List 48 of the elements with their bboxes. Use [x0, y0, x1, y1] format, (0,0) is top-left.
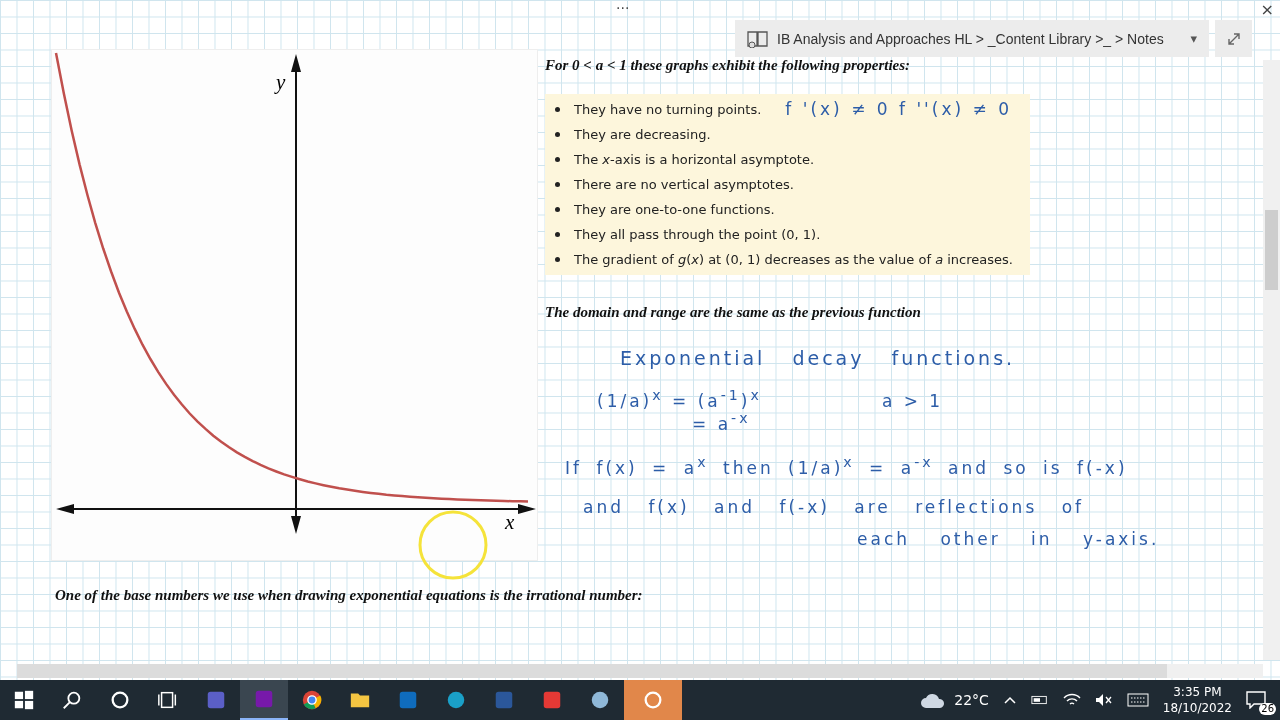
- property-text: They all pass through the point (0, 1).: [574, 226, 821, 242]
- vertical-scrollbar[interactable]: [1263, 60, 1280, 660]
- expand-button[interactable]: [1215, 20, 1252, 57]
- property-text: They are decreasing.: [574, 126, 711, 142]
- wifi-icon[interactable]: [1062, 693, 1081, 707]
- handwritten-text: If f(x) = a$^{x}$ then (1/a)$^{x}$ = a$^{-x}$ and so is f(-x): [565, 453, 1129, 478]
- handwritten-title: Exponential decay functions.: [620, 346, 1017, 369]
- bullet-icon: [555, 206, 560, 212]
- expand-icon: [1226, 31, 1241, 46]
- axis-label: y: [276, 70, 286, 95]
- cloud-icon[interactable]: [920, 691, 947, 709]
- bullet-icon: [555, 181, 560, 187]
- handwritten-equation: = a$^{-x}$: [692, 410, 752, 434]
- handwritten-condition: a > 1: [881, 390, 944, 413]
- close-button[interactable]: ×: [1260, 0, 1274, 19]
- axis-label: x: [505, 510, 515, 535]
- weather-temperature[interactable]: 22°C: [954, 692, 989, 708]
- property-text: There are no vertical asymptotes.: [574, 176, 794, 192]
- clock-date[interactable]: 18/10/2022: [1162, 700, 1232, 716]
- bullet-icon: [555, 131, 560, 137]
- bullet-icon: [555, 156, 560, 162]
- bullet-icon: [555, 256, 560, 262]
- heading-text: For 0 < a < 1 these graphs exhibit the following properties:: [545, 56, 912, 75]
- caret-icon[interactable]: ▾: [1190, 31, 1197, 46]
- notification-count: 26: [1259, 703, 1276, 715]
- property-text: The gradient of g(x) at (0, 1) decreases as the value of a increases.: [574, 251, 1013, 267]
- note-text: One of the base numbers we use when drawing exponential equations is the irrational number:: [55, 586, 644, 605]
- handwritten-note: f '(x) ≠ 0 f ''(x) ≠ 0: [785, 99, 1012, 120]
- bullet-icon: [555, 231, 560, 237]
- bullet-icon: [555, 106, 560, 112]
- notebook-icon: [747, 29, 769, 48]
- handwritten-text: and f(x) and f(-x) are reflections of: [583, 497, 1086, 518]
- horizontal-scrollbar[interactable]: [17, 664, 1263, 678]
- property-text: The x-axis is a horizontal asymptote.: [574, 151, 815, 167]
- property-text: They have no turning points.: [574, 101, 762, 117]
- clock-time[interactable]: 3:35 PM: [1173, 684, 1222, 700]
- onenote-app-icon[interactable]: [240, 680, 288, 720]
- battery-icon[interactable]: [1030, 694, 1049, 706]
- handwritten-text: each other in y-axis.: [857, 529, 1161, 550]
- muted-speaker-icon[interactable]: [1094, 693, 1113, 707]
- handwritten-equation: (1/a)$^{x}$ = (a$^{-1}$)$^{x}$: [597, 386, 762, 411]
- breadcrumb-path: IB Analysis and Approaches HL > _Content Library >_ > Notes: [777, 30, 1165, 47]
- more-dots[interactable]: ···: [616, 0, 630, 16]
- keyboard-icon[interactable]: [1126, 693, 1149, 707]
- property-text: They are one-to-one functions.: [574, 201, 775, 217]
- note-text: The domain and range are the same as the previous function: [545, 302, 922, 322]
- breadcrumb-bar[interactable]: IB Analysis and Approaches HL > _Content Library >_ > Notes ▾: [735, 20, 1209, 57]
- cursor-highlight: [418, 510, 488, 580]
